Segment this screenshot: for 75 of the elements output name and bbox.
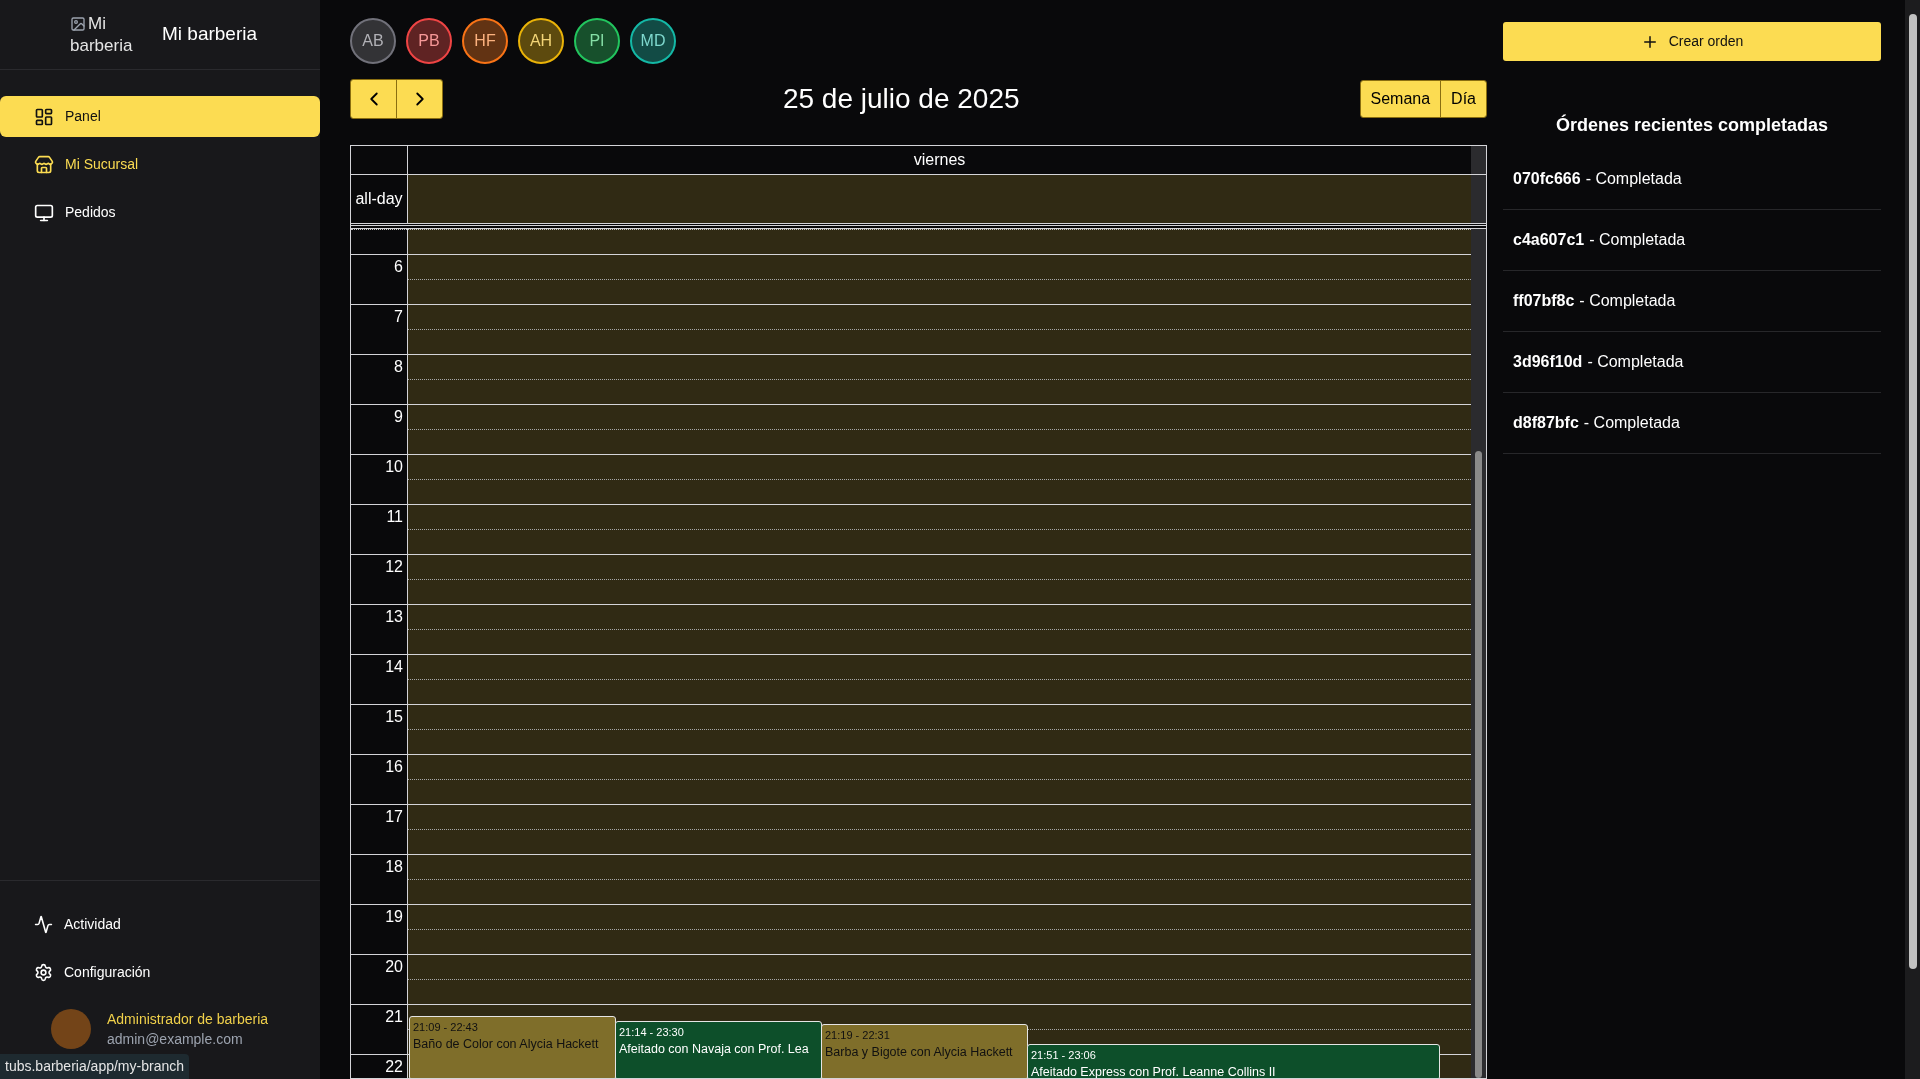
order-id: 070fc666: [1513, 169, 1581, 189]
nav-item[interactable]: Actividad: [0, 904, 320, 945]
event-card[interactable]: 21:19 - 22:31 Barba y Bigote con Alycia Hackett: [821, 1024, 1028, 1078]
view-button[interactable]: Día: [1440, 81, 1486, 117]
staff-avatar[interactable]: AB: [350, 18, 396, 64]
order-row[interactable]: 070fc666 - Completada: [1503, 149, 1881, 210]
order-id: d8f87bfc: [1513, 413, 1579, 433]
order-status: - Completada: [1587, 352, 1684, 372]
order-status: - Completada: [1585, 169, 1682, 189]
user-name: Administrador de barberia: [107, 1010, 269, 1029]
staff-avatar[interactable]: MD: [630, 18, 676, 64]
hour-label: 7: [351, 304, 407, 329]
calendar-title: 25 de julio de 2025: [782, 82, 1020, 116]
hour-label: 6: [351, 254, 407, 279]
event-card[interactable]: 21:14 - 23:30 Afeitado con Navaja con Prof. Lea: [615, 1021, 822, 1078]
hour-label: 17: [351, 804, 407, 829]
event-time: 21:19 - 22:31: [825, 1028, 891, 1043]
hour-label: 10: [351, 454, 407, 479]
hour-label: 19: [351, 904, 407, 929]
order-row[interactable]: ff07bf8c - Completada: [1503, 271, 1881, 332]
event-card[interactable]: 21:51 - 23:06 Afeitado Express con Prof. Leanne Collins II: [1027, 1044, 1440, 1078]
event-card[interactable]: 21:09 - 22:43 Baño de Color con Alycia Hackett: [409, 1016, 616, 1078]
broken-logo-image: Mi barberia: [70, 12, 134, 57]
hour-label: 11: [351, 504, 407, 529]
nav-item[interactable]: Configuración: [0, 952, 320, 993]
view-button[interactable]: Semana: [1360, 81, 1441, 117]
hour-label: 18: [351, 854, 407, 879]
day-header: viernes: [912, 150, 967, 170]
user-email: admin@example.com: [107, 1030, 244, 1049]
user-avatar: [51, 1009, 91, 1049]
order-status: - Completada: [1579, 291, 1676, 311]
hour-label: 14: [351, 654, 407, 679]
event-time: 21:14 - 23:30: [619, 1025, 685, 1040]
order-id: c4a607c1: [1513, 230, 1585, 250]
brand-name: Mi barberia: [162, 22, 258, 47]
order-row[interactable]: 3d96f10d - Completada: [1503, 332, 1881, 393]
hour-label: 21: [351, 1004, 407, 1029]
nav-item[interactable]: Panel: [0, 96, 320, 137]
order-id: ff07bf8c: [1513, 291, 1575, 311]
nav-icon: [34, 202, 54, 223]
hour-label: 22: [351, 1054, 407, 1078]
staff-avatar[interactable]: PI: [574, 18, 620, 64]
order-id: 3d96f10d: [1513, 352, 1583, 372]
pulse-icon: [34, 915, 53, 934]
status-url: tubs.barberia/app/my-branch: [0, 1054, 189, 1079]
staff-avatar[interactable]: HF: [462, 18, 508, 64]
hour-label: 20: [351, 954, 407, 979]
previous-button[interactable]: [351, 80, 397, 118]
order-row[interactable]: c4a607c1 - Completada: [1503, 210, 1881, 271]
hour-label: 9: [351, 404, 407, 429]
staff-avatar[interactable]: PB: [406, 18, 452, 64]
hour-label: 12: [351, 554, 407, 579]
nav-icon: [34, 106, 54, 127]
hour-label: 15: [351, 704, 407, 729]
order-row[interactable]: d8f87bfc - Completada: [1503, 393, 1881, 454]
all-day-cell[interactable]: [408, 175, 1471, 223]
order-status: - Completada: [1583, 413, 1680, 433]
order-status: - Completada: [1589, 230, 1686, 250]
settings-icon: [34, 963, 53, 982]
event-title: Afeitado con Navaja con Prof. Lea: [619, 1041, 809, 1058]
nav-item[interactable]: Pedidos: [0, 192, 320, 233]
create-order-button[interactable]: Crear orden: [1503, 22, 1881, 61]
event-title: Barba y Bigote con Alycia Hackett: [825, 1044, 1013, 1061]
nav-item[interactable]: Mi Sucursal: [0, 144, 320, 185]
recent-orders-title: Órdenes recientes completadas: [1554, 113, 1830, 137]
event-time: 21:51 - 23:06: [1031, 1048, 1097, 1063]
next-button[interactable]: [397, 80, 442, 118]
hour-label: 13: [351, 604, 407, 629]
event-title: Baño de Color con Alycia Hackett: [413, 1036, 599, 1053]
staff-avatar[interactable]: AH: [518, 18, 564, 64]
hour-label: 8: [351, 354, 407, 379]
event-title: Afeitado Express con Prof. Leanne Collins II: [1031, 1064, 1276, 1078]
hour-label: 16: [351, 754, 407, 779]
nav-icon: [34, 154, 54, 175]
event-time: 21:09 - 22:43: [413, 1020, 479, 1035]
